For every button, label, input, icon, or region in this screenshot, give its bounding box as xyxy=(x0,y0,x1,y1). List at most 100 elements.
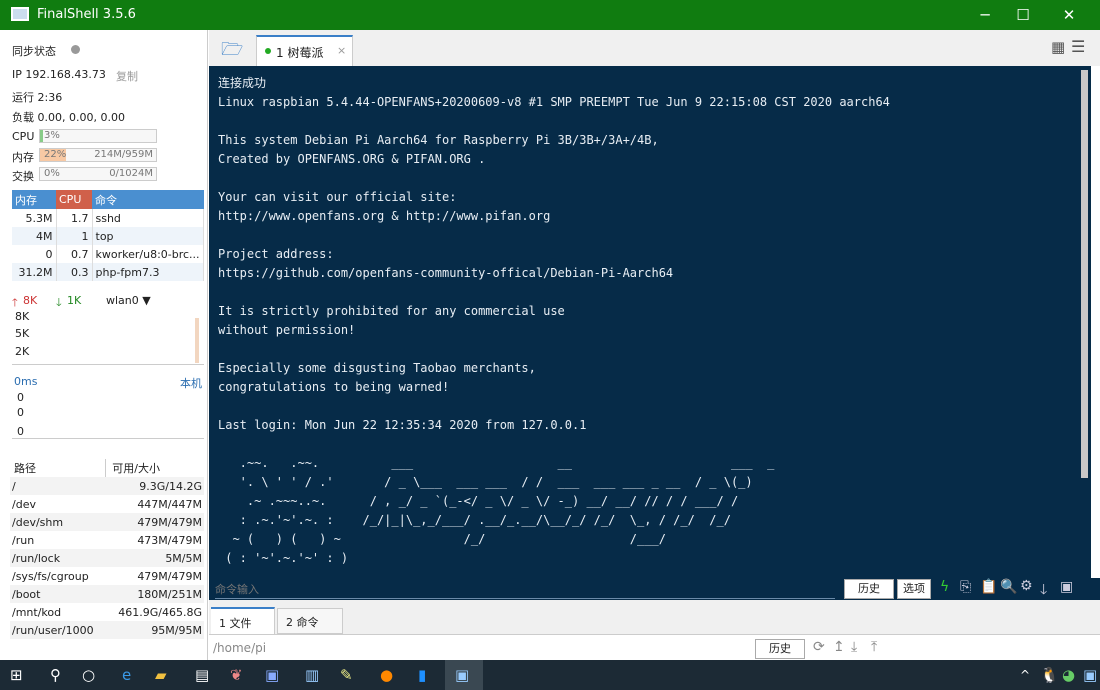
firefox-icon[interactable]: ● xyxy=(380,666,393,684)
tray-app-icon[interactable]: ◕ xyxy=(1062,666,1075,684)
app-icon[interactable]: ❦ xyxy=(230,666,243,684)
search-icon[interactable]: 🔍 xyxy=(1000,579,1017,595)
net-tick: 5K xyxy=(15,327,30,340)
process-table: 内存 CPU 命令 5.3M 1.7 sshd 4M 1 top 0 0.7 kworker/u… xyxy=(12,190,204,281)
refresh-icon[interactable]: ⟳ xyxy=(813,639,825,655)
table-row[interactable]: /run/user/1000 95M/95M xyxy=(10,621,204,639)
search-icon[interactable]: ⚲ xyxy=(50,666,61,684)
disk-size: 479M/479M xyxy=(105,513,204,531)
window-icon[interactable]: ▣ xyxy=(1060,579,1073,595)
copy-icon[interactable]: ⎘ xyxy=(960,579,971,595)
cpu-bar: 3% xyxy=(39,129,157,143)
grid-layout-icon[interactable]: ▦ xyxy=(1051,38,1065,56)
swap-label: 交换 xyxy=(12,170,34,183)
proc-mem: 4M xyxy=(12,227,57,245)
upload-icon[interactable]: ⤒ xyxy=(871,639,877,655)
table-row[interactable]: /dev/shm 479M/479M xyxy=(10,513,204,531)
proc-cmd: php-fpm7.3 xyxy=(92,263,204,281)
folder-icon[interactable]: 🗁 xyxy=(221,37,243,67)
table-row[interactable]: /dev 447M/447M xyxy=(10,495,204,513)
options-button[interactable]: 选项 xyxy=(897,579,931,599)
maximize-button[interactable]: ☐ xyxy=(1000,0,1046,30)
uptime: 运行 2:36 xyxy=(12,91,63,104)
col-mem[interactable]: 内存 xyxy=(12,190,56,209)
windows-start-icon[interactable]: ⊞ xyxy=(10,666,23,684)
lightning-icon[interactable]: ϟ xyxy=(940,579,949,595)
ping-latency: 0ms xyxy=(14,375,38,388)
file-explorer-icon[interactable]: ▰ xyxy=(155,666,167,684)
table-row[interactable]: /run/lock 5M/5M xyxy=(10,549,204,567)
table-row[interactable]: /boot 180M/251M xyxy=(10,585,204,603)
net-tick: 8K xyxy=(15,310,30,323)
finalshell-taskbar-button[interactable]: ▣ xyxy=(445,660,483,690)
disk-size: 95M/95M xyxy=(105,621,204,639)
col-path[interactable]: 路径 xyxy=(10,459,107,477)
tab-files[interactable]: 1 文件 xyxy=(211,607,275,634)
download-icon[interactable]: ⤓ xyxy=(851,639,857,655)
path-history-button[interactable]: 历史 xyxy=(755,639,805,659)
qq-icon[interactable]: 🐧 xyxy=(1040,666,1059,684)
proc-cpu: 1.7 xyxy=(56,209,93,227)
terminal-output: 连接成功 Linux raspbian 5.4.44-OPENFANS+2020… xyxy=(218,76,890,565)
tab-label: 2 命令 xyxy=(286,616,319,629)
path-input[interactable] xyxy=(213,638,753,657)
iface-select[interactable]: wlan0 ▼ xyxy=(106,294,151,307)
net-down: 1K xyxy=(67,294,82,307)
ping-tick: 0 xyxy=(17,391,24,404)
terminal[interactable]: 连接成功 Linux raspbian 5.4.44-OPENFANS+2020… xyxy=(209,66,1091,600)
ping-tick: 0 xyxy=(17,406,24,419)
editor-icon[interactable]: ✎ xyxy=(340,666,353,684)
gear-icon[interactable]: ⚙ xyxy=(1020,578,1033,594)
command-bar: 历史 选项 ϟ ⎘ 📋 🔍 ⚙ 🡓 ▣ xyxy=(209,578,1100,600)
finalshell-icon: ▣ xyxy=(455,666,470,684)
app-blue-icon[interactable]: ▮ xyxy=(418,666,426,684)
table-row[interactable]: 0 0.7 kworker/u8:0-brc... xyxy=(12,245,204,263)
col-command[interactable]: 命令 xyxy=(92,190,204,209)
close-tab-icon[interactable]: × xyxy=(337,44,346,57)
disk-path: /dev xyxy=(12,497,36,511)
col-size[interactable]: 可用/大小 xyxy=(106,459,204,477)
notepad-icon[interactable]: ▥ xyxy=(305,666,319,684)
paste-icon[interactable]: 📋 xyxy=(980,579,997,595)
title-bar: FinalShell 3.5.6 ─ ☐ ✕ xyxy=(0,0,1100,30)
proc-mem: 31.2M xyxy=(12,263,57,281)
cortana-icon[interactable]: ○ xyxy=(82,666,95,684)
disk-table: 路径 可用/大小 /9.3G/14.2G /dev 447M/447M /dev/s… xyxy=(10,459,204,639)
command-input[interactable] xyxy=(215,580,835,599)
proc-cmd: sshd xyxy=(92,209,204,227)
ping-host[interactable]: 本机 xyxy=(180,375,202,391)
up-dir-icon[interactable]: ↥ xyxy=(833,639,845,655)
ping-tick: 0 xyxy=(17,425,24,438)
calculator-icon[interactable]: ▤ xyxy=(195,666,209,684)
table-row[interactable]: /mnt/kod 461.9G/465.8G xyxy=(10,603,204,621)
table-row[interactable]: 4M 1 top xyxy=(12,227,204,245)
table-row[interactable]: 5.3M 1.7 sshd xyxy=(12,209,204,227)
col-cpu[interactable]: CPU xyxy=(56,190,92,209)
status-panel: 同步状态 IP 192.168.43.73 复制 运行 2:36 负载 0.00… xyxy=(0,30,208,660)
edge-icon[interactable]: e xyxy=(122,666,131,684)
menu-icon[interactable]: ☰ xyxy=(1071,37,1085,56)
load: 负载 0.00, 0.00, 0.00 xyxy=(12,111,125,124)
tab-session-1[interactable]: 1 树莓派 × xyxy=(256,35,353,66)
swap-value: 0/1024M xyxy=(109,168,153,179)
table-row[interactable]: /sys/fs/cgroup 479M/479M xyxy=(10,567,204,585)
terminal-scrollbar[interactable] xyxy=(1081,70,1088,478)
swap-percent: 0% xyxy=(44,168,60,179)
network-tray-icon[interactable]: ▣ xyxy=(1083,666,1097,684)
close-button[interactable]: ✕ xyxy=(1046,0,1092,30)
sync-label: 同步状态 xyxy=(12,45,56,58)
table-row[interactable]: /run 473M/479M xyxy=(10,531,204,549)
tab-commands[interactable]: 2 命令 xyxy=(277,608,343,634)
remote-icon[interactable]: ▣ xyxy=(265,666,279,684)
copy-ip-button[interactable]: 复制 xyxy=(116,68,138,84)
history-button[interactable]: 历史 xyxy=(844,579,894,599)
proc-mem: 0 xyxy=(12,245,57,263)
disk-size: 5M/5M xyxy=(105,549,204,567)
table-row[interactable]: 31.2M 0.3 php-fpm7.3 xyxy=(12,263,204,281)
proc-mem: 5.3M xyxy=(12,209,57,227)
disk-path: /mnt/kod xyxy=(12,605,62,619)
table-row[interactable]: /9.3G/14.2G xyxy=(10,477,204,495)
disk-size: 473M/479M xyxy=(137,533,202,547)
disk-size: 180M/251M xyxy=(105,585,204,603)
tray-chevron-icon[interactable]: ^ xyxy=(1020,668,1030,682)
